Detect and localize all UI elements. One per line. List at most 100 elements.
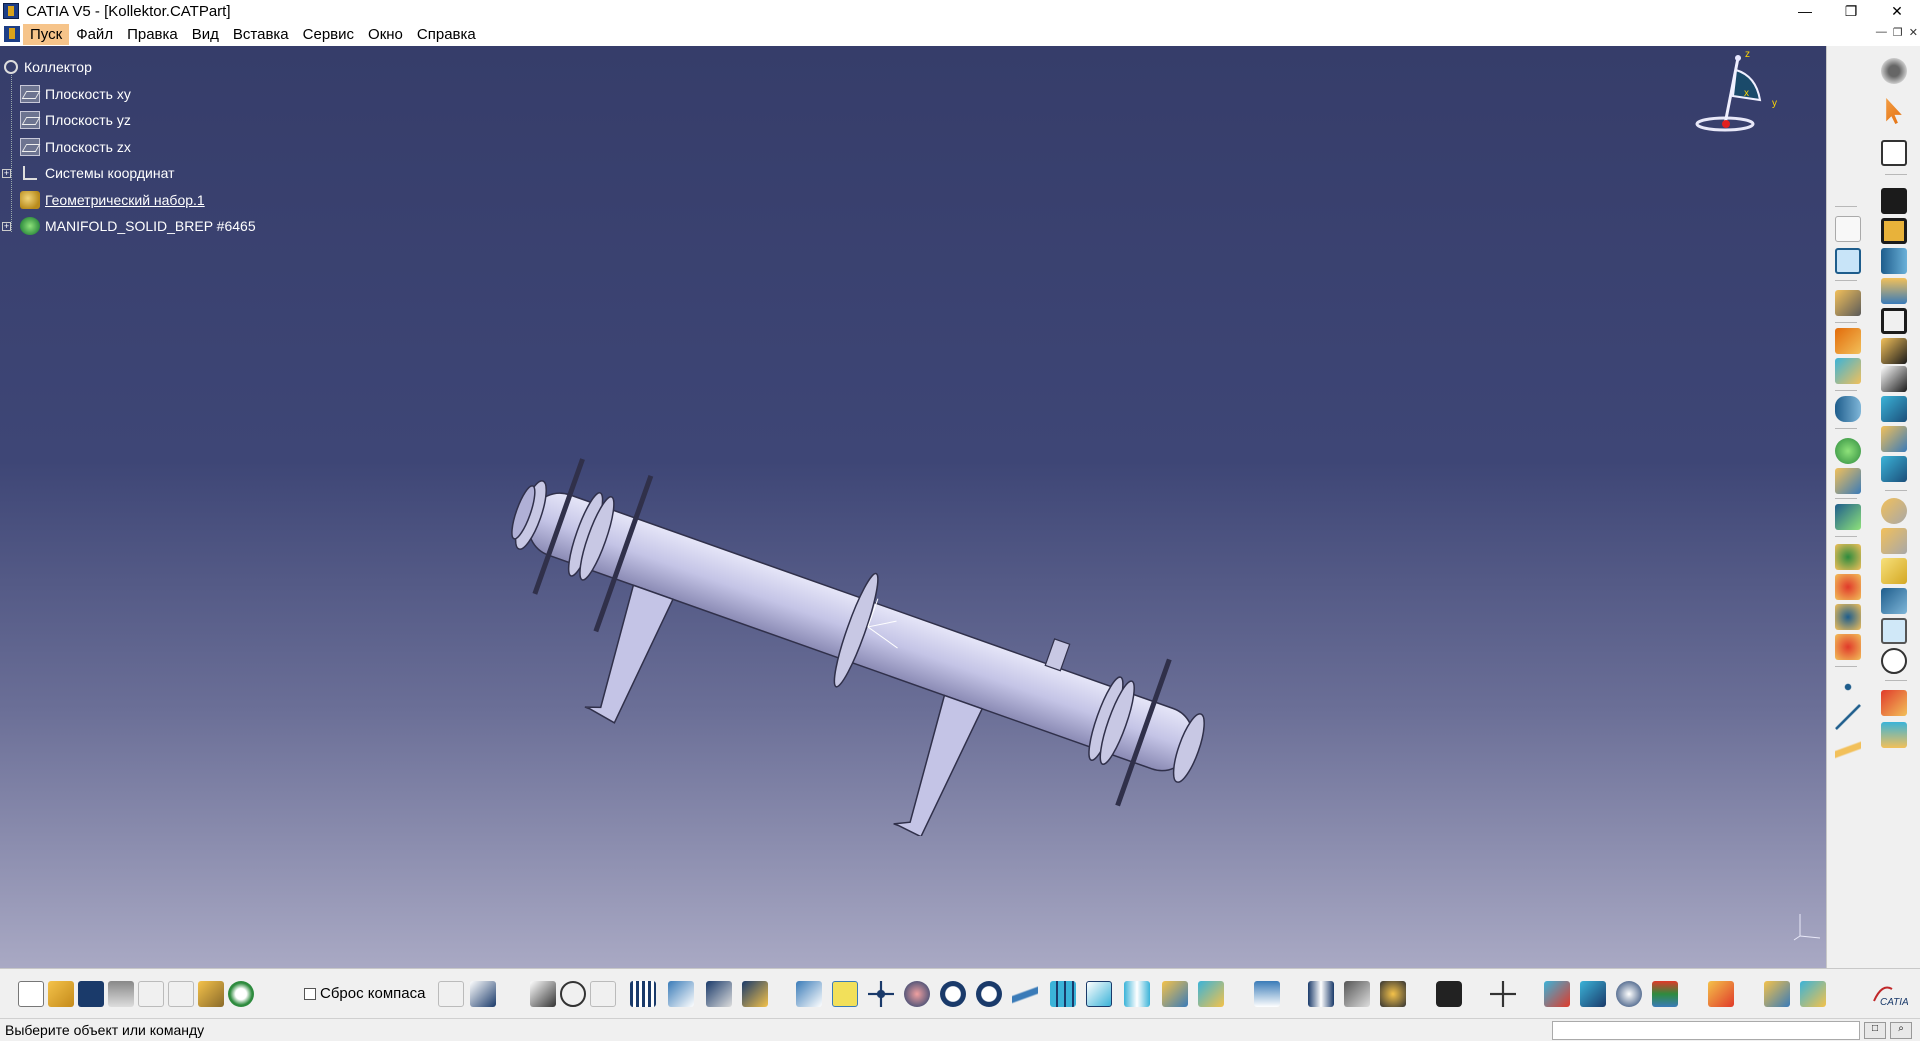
apply-material-icon[interactable] xyxy=(1835,468,1861,494)
multi-view-icon[interactable] xyxy=(1050,981,1076,1007)
knowledge-rule-icon[interactable] xyxy=(1708,981,1734,1007)
boolean-assemble-icon[interactable] xyxy=(1835,290,1861,316)
mirror-icon[interactable] xyxy=(1881,722,1907,748)
capture-camera-icon[interactable] xyxy=(1436,981,1462,1007)
measure-inertia-icon[interactable] xyxy=(1835,604,1861,630)
measure-item-icon[interactable] xyxy=(1835,574,1861,600)
hide-show-icon[interactable] xyxy=(1162,981,1188,1007)
command-input[interactable] xyxy=(1552,1021,1860,1040)
menu-insert[interactable]: Вставка xyxy=(226,24,296,45)
open-file-icon[interactable] xyxy=(48,981,74,1007)
whats-this-help-icon[interactable] xyxy=(470,981,496,1007)
catalog-icon[interactable] xyxy=(668,981,694,1007)
menu-edit[interactable]: Правка xyxy=(120,24,185,45)
tree-reorder-icon[interactable] xyxy=(1835,504,1861,530)
menu-file[interactable]: Файл xyxy=(69,24,120,45)
menu-window[interactable]: Окно xyxy=(361,24,410,45)
menu-help[interactable]: Справка xyxy=(410,24,483,45)
3d-viewport[interactable]: Коллектор Плоскость xy Плоскость yz Плос… xyxy=(0,46,1826,968)
select-arrow-icon[interactable] xyxy=(1886,98,1902,124)
analysis-icon[interactable] xyxy=(1835,396,1861,422)
tree-item-solid-brep[interactable]: + MANIFOLD_SOLID_BREP #6465 xyxy=(2,213,256,240)
command-search-button[interactable]: ⌕ xyxy=(1890,1022,1912,1039)
menu-view[interactable]: Вид xyxy=(185,24,226,45)
paste-icon[interactable] xyxy=(198,981,224,1007)
pad-icon[interactable] xyxy=(1881,188,1907,214)
minimize-button[interactable]: — xyxy=(1782,0,1828,22)
line-icon[interactable] xyxy=(1835,704,1861,730)
tree-item-plane-yz[interactable]: Плоскость yz xyxy=(4,107,256,134)
manifold-3d-model[interactable] xyxy=(500,456,1300,836)
measure-item-bottom-icon[interactable] xyxy=(1344,981,1370,1007)
iso-view-icon[interactable] xyxy=(1086,981,1112,1007)
point-icon[interactable] xyxy=(1835,674,1861,700)
undo-icon[interactable] xyxy=(228,981,254,1007)
new-file-icon[interactable] xyxy=(18,981,44,1007)
rib-icon[interactable] xyxy=(1881,338,1907,364)
normal-view-icon[interactable] xyxy=(1012,981,1038,1007)
close-button[interactable]: ✕ xyxy=(1874,0,1920,22)
publication-icon[interactable] xyxy=(742,981,768,1007)
constraint-icon[interactable] xyxy=(1835,438,1861,464)
rotate-icon[interactable] xyxy=(904,981,930,1007)
insert-body-icon[interactable] xyxy=(1835,358,1861,384)
doc-minimize-button[interactable]: — xyxy=(1876,26,1887,39)
expand-icon[interactable]: + xyxy=(2,168,11,178)
shading-icon[interactable] xyxy=(1124,981,1150,1007)
expand-icon[interactable]: + xyxy=(2,221,11,231)
pocket-icon[interactable] xyxy=(1881,218,1907,244)
fit-all-icon[interactable] xyxy=(832,981,858,1007)
plane-create-icon[interactable] xyxy=(1835,736,1861,762)
chamfer-icon[interactable] xyxy=(1881,528,1907,554)
shell-icon[interactable] xyxy=(1881,588,1907,614)
multi-section-solid-icon[interactable] xyxy=(1881,426,1907,452)
document-menu-icon[interactable] xyxy=(4,26,20,42)
removed-multi-section-icon[interactable] xyxy=(1881,456,1907,482)
compass-reset-toggle[interactable]: Сброс компаса xyxy=(304,985,425,1002)
edge-fillet-icon[interactable] xyxy=(1881,498,1907,524)
part-design-icon[interactable] xyxy=(1835,248,1861,274)
update-icon[interactable] xyxy=(1254,981,1280,1007)
compass-widget[interactable]: z x y xyxy=(1690,46,1790,146)
doc-close-button[interactable]: ✕ xyxy=(1909,26,1918,39)
translation-icon[interactable] xyxy=(1881,690,1907,716)
fly-mode-icon[interactable] xyxy=(796,981,822,1007)
measure-inertia-bottom-icon[interactable] xyxy=(1380,981,1406,1007)
stiffener-icon[interactable] xyxy=(1881,396,1907,422)
hole-icon[interactable] xyxy=(1881,308,1907,334)
menu-start[interactable]: Пуск xyxy=(23,23,70,45)
measure-between-icon[interactable] xyxy=(1308,981,1334,1007)
tree-item-plane-xy[interactable]: Плоскость xy xyxy=(4,81,256,108)
add-body-icon[interactable] xyxy=(1835,328,1861,354)
layer-filter-icon[interactable] xyxy=(1652,981,1678,1007)
tree-root[interactable]: Коллектор xyxy=(4,54,256,81)
pan-icon[interactable] xyxy=(868,981,894,1007)
save-icon[interactable] xyxy=(78,981,104,1007)
doc-restore-button[interactable]: ❐ xyxy=(1893,26,1903,39)
slot-icon[interactable] xyxy=(1881,366,1907,392)
table-icon[interactable] xyxy=(630,981,656,1007)
sketch-icon[interactable] xyxy=(1881,140,1907,166)
command-history-button[interactable]: □ xyxy=(1864,1022,1886,1039)
geometrical-set-tool-icon[interactable] xyxy=(1800,981,1826,1007)
restore-button[interactable]: ❐ xyxy=(1828,0,1874,22)
check-icon[interactable] xyxy=(1835,634,1861,660)
knowledge-advisor-icon[interactable] xyxy=(560,981,586,1007)
thickness-icon[interactable] xyxy=(1881,618,1907,644)
sketch-analysis-icon[interactable] xyxy=(1580,981,1606,1007)
tree-item-geometrical-set[interactable]: Геометрический набор.1 xyxy=(4,187,256,214)
axis-system-tool-icon[interactable] xyxy=(1490,981,1516,1007)
dress-up-icon[interactable] xyxy=(1616,981,1642,1007)
zoom-out-icon[interactable] xyxy=(976,981,1002,1007)
instantiate-icon[interactable] xyxy=(706,981,732,1007)
menu-tools[interactable]: Сервис xyxy=(296,24,361,45)
tools-settings-gear-icon[interactable] xyxy=(1881,58,1907,84)
catia-app-icon[interactable] xyxy=(3,3,19,19)
print-icon[interactable] xyxy=(108,981,134,1007)
apply-material-bottom-icon[interactable] xyxy=(1544,981,1570,1007)
draft-icon[interactable] xyxy=(1881,558,1907,584)
compass-reset-checkbox[interactable] xyxy=(304,987,316,1000)
swap-visible-space-icon[interactable] xyxy=(1198,981,1224,1007)
groove-icon[interactable] xyxy=(1881,278,1907,304)
shaft-icon[interactable] xyxy=(1881,248,1907,274)
